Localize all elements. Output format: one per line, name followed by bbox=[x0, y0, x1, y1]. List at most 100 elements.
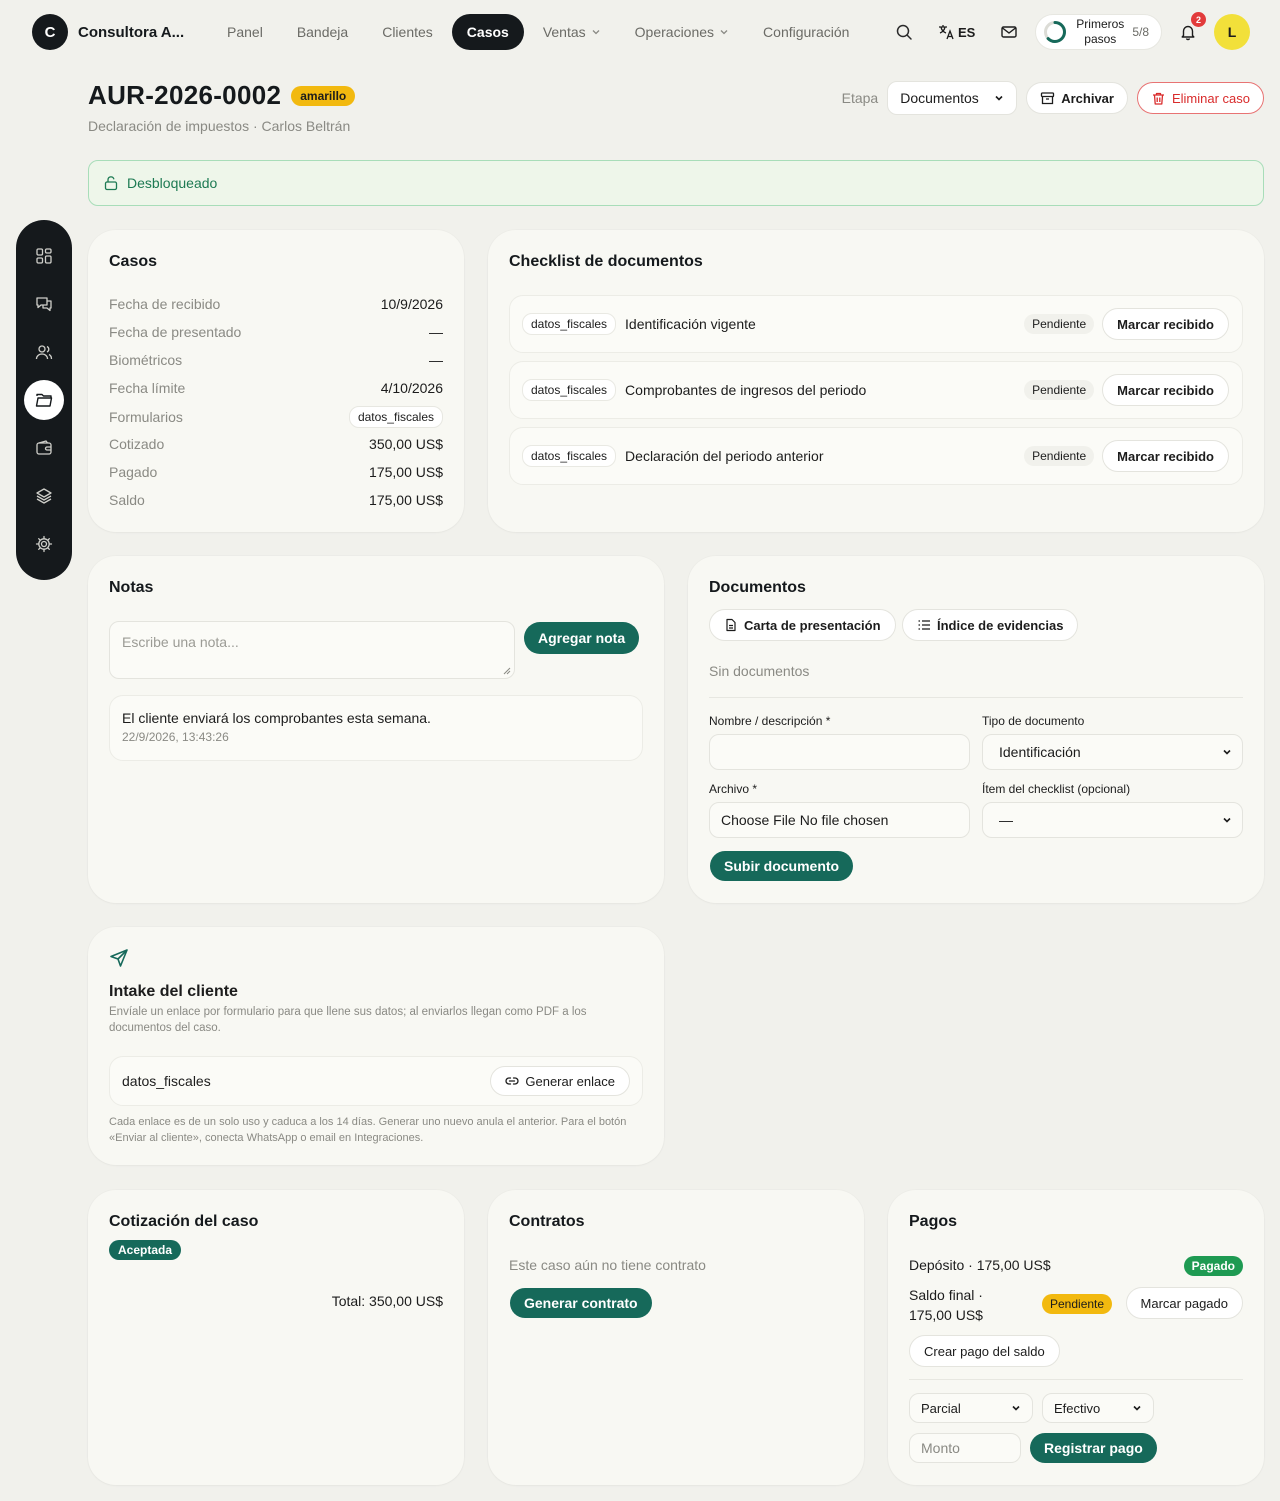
nav-link-panel[interactable]: Panel bbox=[212, 14, 278, 50]
upload-document-button[interactable]: Subir documento bbox=[710, 851, 854, 881]
chevron-down-icon bbox=[1223, 817, 1231, 823]
file-icon bbox=[726, 618, 736, 632]
chevron-down-icon bbox=[1223, 749, 1231, 755]
stage-value: Documentos bbox=[900, 90, 979, 106]
amount-input[interactable]: Monto bbox=[909, 1433, 1021, 1463]
rail-item-cases[interactable] bbox=[24, 380, 64, 420]
checklist-item-select[interactable]: — bbox=[982, 802, 1243, 838]
delete-case-button[interactable]: Eliminar caso bbox=[1136, 82, 1264, 114]
nav-link-operaciones[interactable]: Operaciones bbox=[620, 14, 744, 50]
mark-received-button[interactable]: Marcar recibido bbox=[1102, 374, 1229, 406]
file-input[interactable]: Choose File No file chosen bbox=[709, 802, 970, 838]
create-balance-payment-button[interactable]: Crear pago del saldo bbox=[909, 1335, 1060, 1367]
nav-link-bandeja[interactable]: Bandeja bbox=[282, 14, 363, 50]
summary-row: Biométricos — bbox=[109, 352, 443, 368]
rail-item-sales[interactable] bbox=[24, 428, 64, 468]
register-payment-button[interactable]: Registrar pago bbox=[1030, 1433, 1157, 1463]
checklist-field-label: Ítem del checklist (opcional) bbox=[982, 782, 1131, 796]
users-icon bbox=[35, 345, 53, 360]
chevron-down-icon bbox=[592, 30, 600, 35]
divider bbox=[709, 697, 1243, 698]
onboarding-count: 5/8 bbox=[1132, 25, 1149, 39]
card-title: Checklist de documentos bbox=[509, 253, 703, 270]
add-note-button[interactable]: Agregar nota bbox=[524, 622, 640, 654]
brand[interactable]: C Consultora A... bbox=[32, 14, 184, 50]
mark-paid-button[interactable]: Marcar pagado bbox=[1125, 1287, 1243, 1319]
intake-form-row: datos_fiscales Generar enlace bbox=[109, 1056, 643, 1106]
nav-right-tools: ES Primeros pasos 5/8 2 L bbox=[888, 12, 1250, 50]
search-button[interactable] bbox=[888, 16, 920, 48]
rail-item-dashboard[interactable] bbox=[24, 236, 64, 276]
form-name: datos_fiscales bbox=[122, 1073, 211, 1089]
note-input[interactable]: Escribe una nota... bbox=[109, 621, 515, 679]
onboarding-progress[interactable]: Primeros pasos 5/8 bbox=[1035, 14, 1162, 50]
summary-key: Pagado bbox=[109, 464, 158, 480]
link-icon bbox=[505, 1077, 519, 1085]
generate-link-button[interactable]: Generar enlace bbox=[490, 1066, 630, 1096]
button-label: Generar contrato bbox=[524, 1295, 638, 1311]
amount-placeholder: Monto bbox=[921, 1440, 960, 1456]
notifications-button[interactable]: 2 bbox=[1172, 12, 1206, 48]
mail-button[interactable] bbox=[993, 16, 1025, 48]
summary-value: — bbox=[429, 352, 443, 368]
layers-icon bbox=[36, 488, 52, 504]
delete-case-label: Eliminar caso bbox=[1171, 90, 1250, 106]
nav-link-label: Panel bbox=[227, 24, 263, 40]
language-switcher[interactable]: ES bbox=[930, 24, 983, 40]
generate-contract-button[interactable]: Generar contrato bbox=[510, 1288, 652, 1318]
nav-link-label: Ventas bbox=[542, 24, 586, 40]
select-value: Parcial bbox=[921, 1400, 961, 1416]
rail-item-settings[interactable] bbox=[24, 524, 64, 564]
list-icon bbox=[918, 620, 930, 630]
button-label: Registrar pago bbox=[1044, 1440, 1143, 1456]
nav-link-label: Operaciones bbox=[634, 24, 715, 40]
contracts-card: Contratos Este caso aún no tiene contrat… bbox=[488, 1190, 864, 1485]
form-chip: datos_fiscales bbox=[348, 406, 443, 428]
mark-received-button[interactable]: Marcar recibido bbox=[1102, 440, 1229, 472]
onboarding-label-line: Primeros bbox=[1076, 17, 1125, 31]
form-tag: datos_fiscales bbox=[522, 379, 617, 401]
cover-letter-button[interactable]: Carta de presentación bbox=[709, 609, 896, 641]
card-title: Intake del cliente bbox=[109, 983, 238, 1000]
archive-icon bbox=[1041, 91, 1055, 104]
nav-link-casos[interactable]: Casos bbox=[451, 14, 524, 50]
onboarding-label: Primeros pasos bbox=[1076, 17, 1124, 47]
stage-select[interactable]: Documentos bbox=[887, 81, 1018, 115]
type-field-label: Tipo de documento bbox=[982, 714, 1085, 728]
summary-value: — bbox=[429, 324, 443, 340]
summary-key: Fecha de presentado bbox=[109, 324, 242, 340]
deposit-line: Depósito · 175,00 US$ bbox=[909, 1257, 1051, 1273]
translate-icon bbox=[938, 25, 954, 40]
checklist-item: datos_fiscales Identificación vigente Pe… bbox=[509, 295, 1243, 353]
document-name: Comprobantes de ingresos del periodo bbox=[625, 382, 867, 398]
summary-key: Cotizado bbox=[109, 436, 165, 452]
mark-received-button[interactable]: Marcar recibido bbox=[1102, 308, 1229, 340]
resize-handle-icon[interactable] bbox=[503, 667, 511, 675]
nav-link-ventas[interactable]: Ventas bbox=[528, 14, 616, 50]
choose-file-button[interactable]: Choose File bbox=[721, 812, 796, 828]
case-header: AUR-2026-0002 amarillo bbox=[88, 80, 356, 111]
rail-item-operations[interactable] bbox=[24, 476, 64, 516]
summary-key: Fecha de recibido bbox=[109, 296, 221, 312]
final-status-badge: Pendiente bbox=[1042, 1294, 1113, 1314]
document-name: Identificación vigente bbox=[625, 316, 756, 332]
nav-link-clientes[interactable]: Clientes bbox=[367, 14, 448, 50]
note-item: El cliente enviará los comprobantes esta… bbox=[109, 695, 643, 761]
file-field-label: Archivo * bbox=[709, 782, 758, 796]
document-name-input[interactable] bbox=[709, 734, 970, 770]
archive-label: Archivar bbox=[1061, 90, 1114, 106]
archive-button[interactable]: Archivar bbox=[1026, 82, 1128, 114]
status-badge: Pendiente bbox=[1024, 446, 1095, 466]
payment-type-select[interactable]: Parcial bbox=[909, 1393, 1033, 1423]
document-type-select[interactable]: Identificación bbox=[982, 734, 1243, 770]
payment-method-select[interactable]: Efectivo bbox=[1042, 1393, 1154, 1423]
user-avatar[interactable]: L bbox=[1214, 14, 1250, 50]
button-label: Marcar recibido bbox=[1117, 448, 1214, 464]
rail-item-inbox[interactable] bbox=[24, 284, 64, 324]
evidence-index-button[interactable]: Índice de evidencias bbox=[902, 609, 1079, 641]
card-title: Contratos bbox=[509, 1213, 585, 1230]
rail-item-clients[interactable] bbox=[24, 332, 64, 372]
nav-link-configuracion[interactable]: Configuración bbox=[748, 14, 864, 50]
final-balance-amount: 175,00 US$ bbox=[909, 1307, 983, 1323]
quote-total: Total: 350,00 US$ bbox=[331, 1293, 443, 1309]
